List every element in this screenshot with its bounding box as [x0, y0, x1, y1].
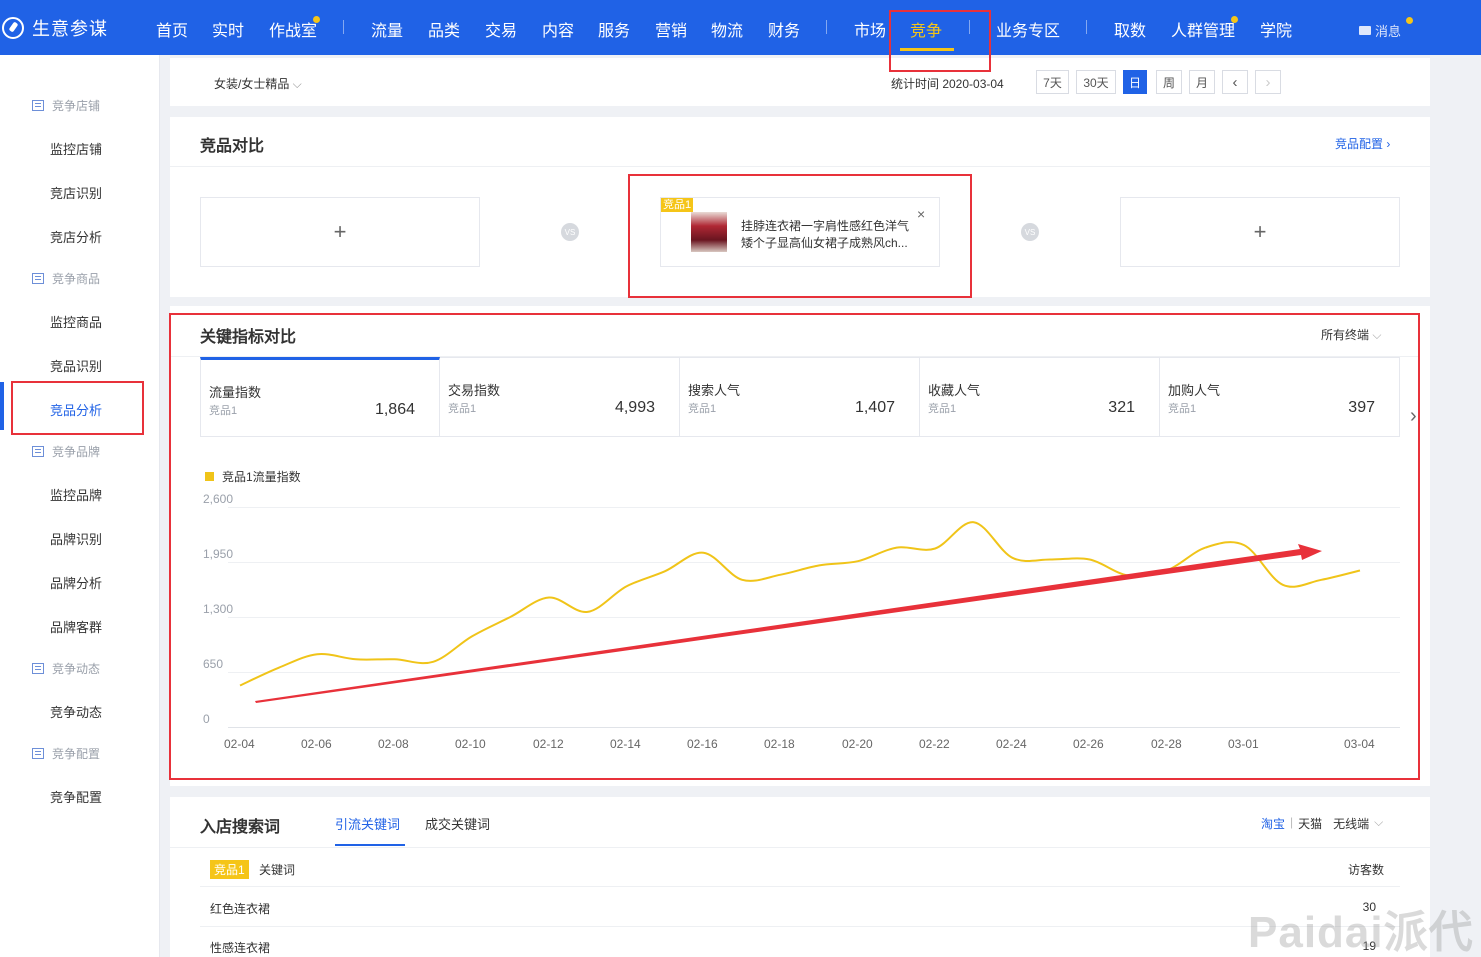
tab-deal-keywords[interactable]: 成交关键词	[425, 814, 490, 833]
column-header-visitors: 访客数	[1348, 863, 1385, 877]
column-header-keyword: 关键词	[259, 863, 296, 877]
keywords-title: 入店搜索词	[200, 819, 281, 836]
device-dropdown[interactable]: 无线端	[1333, 815, 1369, 832]
watermark: Paidai派代	[1248, 908, 1474, 957]
platform-tmall[interactable]: 天猫	[1298, 815, 1322, 832]
tab-traffic-keywords[interactable]: 引流关键词	[335, 814, 400, 833]
platform-separator: |	[1290, 815, 1294, 829]
tab-active-indicator	[335, 844, 405, 846]
platform-switch: 淘宝 | 天猫 无线端 ⌵	[1261, 815, 1383, 832]
keyword-cell: 红色连衣裙	[210, 902, 271, 916]
annotation-highlight-box	[889, 10, 991, 72]
row-divider	[200, 926, 1400, 927]
row-divider	[200, 886, 1400, 887]
keyword-product-tag: 竞品1	[210, 860, 249, 879]
chevron-down-icon: ⌵	[1374, 815, 1384, 829]
divider	[170, 847, 1430, 848]
platform-taobao[interactable]: 淘宝	[1261, 815, 1285, 832]
annotation-highlight-box	[169, 313, 1420, 780]
keyword-cell: 性感连衣裙	[210, 941, 271, 955]
